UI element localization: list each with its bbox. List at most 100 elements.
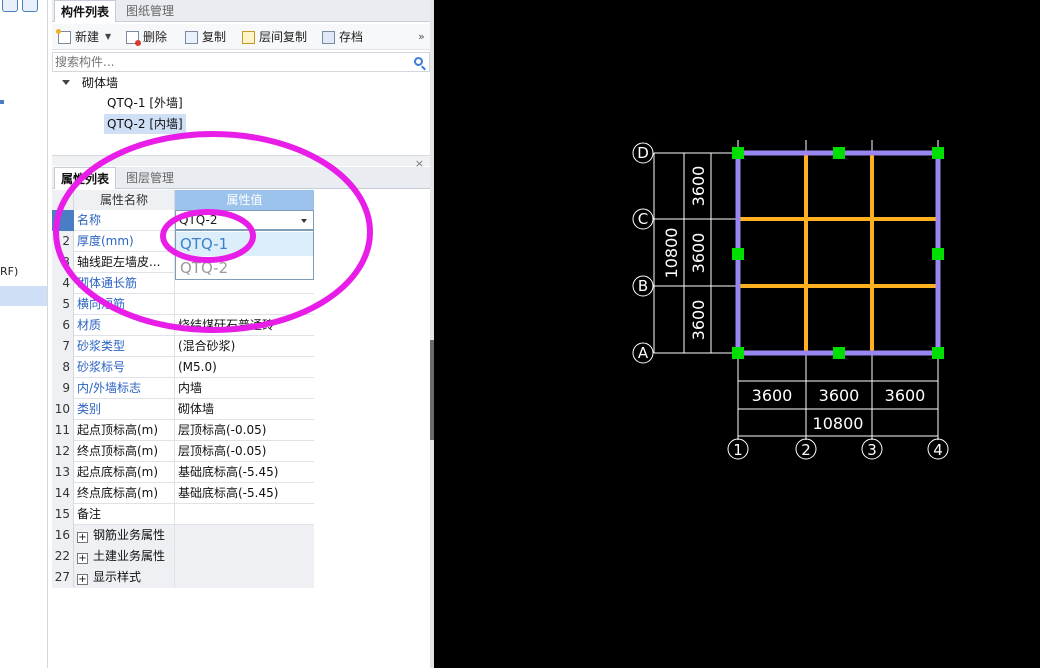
new-button[interactable]: 新建 ▼	[56, 28, 111, 46]
property-value[interactable]	[175, 504, 314, 525]
copy-icon	[185, 30, 198, 44]
property-value[interactable]	[175, 546, 314, 567]
row-number: 2	[52, 231, 74, 252]
table-row[interactable]: 7 砂浆类型 (混合砂浆)	[52, 336, 314, 357]
property-name: 横向短筋	[74, 294, 175, 315]
delete-icon	[126, 30, 141, 46]
table-row[interactable]: 27 + 显示样式	[52, 567, 314, 588]
property-value[interactable]: 基础底标高(-5.45)	[175, 483, 314, 504]
search-icon[interactable]	[414, 57, 423, 66]
row-number: 6	[52, 315, 74, 336]
property-name: 终点底标高(m)	[74, 483, 175, 504]
copy-label: 复制	[202, 30, 227, 44]
dropdown-option-qtq2[interactable]: QTQ-2	[176, 256, 313, 280]
property-value[interactable]: (M5.0)	[175, 357, 314, 378]
axis-label: D	[637, 144, 649, 162]
table-row[interactable]: 15 备注	[52, 504, 314, 525]
row-number: 3	[52, 252, 74, 273]
dropdown-list: QTQ-1 QTQ-2	[175, 230, 314, 280]
property-value[interactable]	[175, 294, 314, 315]
outer-wall[interactable]	[735, 150, 941, 356]
tree-item-qtq2[interactable]: QTQ-2 [内墙]	[104, 114, 186, 134]
table-row[interactable]: 5 横向短筋	[52, 294, 314, 315]
strip-text-fragment: RF)	[0, 265, 19, 278]
tree-item-label: QTQ-1 [外墙]	[107, 96, 183, 110]
property-name: 名称	[74, 210, 175, 231]
expand-plus-icon[interactable]: +	[77, 553, 88, 564]
wall-nodes[interactable]	[732, 147, 944, 359]
save-icon	[322, 30, 335, 44]
property-value[interactable]: 层顶标高(-0.05)	[175, 441, 314, 462]
tab-layer-manage[interactable]: 图层管理	[120, 167, 180, 189]
panel-separator[interactable]	[52, 155, 430, 166]
row-number: 11	[52, 420, 74, 441]
axis-label: A	[638, 344, 649, 362]
delete-button[interactable]: 删除	[126, 28, 167, 46]
property-value[interactable]: 层顶标高(-0.05)	[175, 420, 314, 441]
expand-plus-icon[interactable]: +	[77, 574, 88, 585]
grid-header-name: 属性名称	[74, 190, 175, 210]
table-row[interactable]: 16 + 钢筋业务属性	[52, 525, 314, 546]
property-value[interactable]: 基础底标高(-5.45)	[175, 462, 314, 483]
row-number: 9	[52, 378, 74, 399]
table-row[interactable]: 13 起点底标高(m) 基础底标高(-5.45)	[52, 462, 314, 483]
row-number: 13	[52, 462, 74, 483]
chevron-down-icon[interactable]	[301, 219, 307, 223]
table-row[interactable]: 8 砂浆标号 (M5.0)	[52, 357, 314, 378]
row-number: 15	[52, 504, 74, 525]
new-label: 新建	[75, 30, 100, 44]
dimension-span-y: 3600	[689, 166, 708, 207]
strip-button-1[interactable]	[2, 0, 18, 12]
search-box	[52, 52, 430, 72]
tree-item-label: QTQ-2 [内墙]	[107, 117, 183, 131]
tab-component-list[interactable]: 构件列表	[54, 0, 117, 22]
tab-drawing-manage[interactable]: 图纸管理	[120, 0, 180, 22]
table-row[interactable]: 11 起点顶标高(m) 层顶标高(-0.05)	[52, 420, 314, 441]
property-value[interactable]	[175, 567, 314, 588]
axis-bubble-2: 2	[795, 438, 817, 460]
dimension-span-x: 3600	[819, 386, 860, 405]
axis-bubble-a: A	[632, 342, 654, 364]
caret-down-icon[interactable]	[62, 80, 70, 85]
copy-button[interactable]: 复制	[185, 28, 226, 46]
property-name: 类别	[74, 399, 175, 420]
expand-plus-icon[interactable]: +	[77, 532, 88, 543]
floor-copy-button[interactable]: 层间复制	[242, 28, 307, 46]
property-name: 起点顶标高(m)	[74, 420, 175, 441]
cad-drawing[interactable]: A B C D 1 2 3 4 3600 3600 3600 10800 3600 3600 3600 1…	[434, 0, 1040, 668]
save-button[interactable]: 存档	[322, 28, 363, 46]
table-row[interactable]: 10 类别 砌体墙	[52, 399, 314, 420]
table-row[interactable]: 22 + 土建业务属性	[52, 546, 314, 567]
table-row[interactable]: 9 内/外墙标志 内墙	[52, 378, 314, 399]
table-row[interactable]: 12 终点顶标高(m) 层顶标高(-0.05)	[52, 441, 314, 462]
dimension-total-y: 10800	[662, 228, 681, 279]
chevron-down-icon[interactable]: ▼	[105, 28, 111, 46]
strip-selected-row[interactable]	[0, 286, 47, 306]
tree-item-qtq1[interactable]: QTQ-1 [外墙]	[107, 93, 183, 113]
strip-button-2[interactable]	[22, 0, 38, 12]
delete-label: 删除	[143, 30, 168, 44]
more-icon[interactable]: »	[418, 28, 425, 46]
row-number: 4	[52, 273, 74, 294]
inner-walls[interactable]	[738, 153, 938, 353]
property-value[interactable]: 内墙	[175, 378, 314, 399]
property-value[interactable]: (混合砂浆)	[175, 336, 314, 357]
table-row[interactable]: 14 终点底标高(m) 基础底标高(-5.45)	[52, 483, 314, 504]
property-value[interactable]: 砌体墙	[175, 399, 314, 420]
dropdown-option-qtq1[interactable]: QTQ-1	[176, 232, 313, 256]
cad-viewport[interactable]: A B C D 1 2 3 4 3600 3600 3600 10800 3600 3600 3600 1…	[434, 0, 1040, 668]
tab-property-list[interactable]: 属性列表	[54, 167, 117, 189]
property-value[interactable]: 烧结煤矸石普通砖	[175, 315, 314, 336]
floor-copy-icon	[242, 30, 255, 44]
axis-bubble-3: 3	[861, 438, 883, 460]
axis-bubble-d: D	[632, 142, 654, 164]
property-value[interactable]	[175, 525, 314, 546]
table-row[interactable]: 6 材质 烧结煤矸石普通砖	[52, 315, 314, 336]
toolbar: 新建 ▼ 删除 复制 层间复制 存档 »	[52, 24, 430, 50]
search-input[interactable]	[55, 54, 405, 70]
name-dropdown[interactable]: QTQ-2	[175, 210, 314, 230]
row-number: 12	[52, 441, 74, 462]
grid-header-number	[52, 190, 74, 210]
tree-root[interactable]: 砌体墙	[52, 73, 252, 93]
floor-copy-label: 层间复制	[259, 30, 308, 44]
